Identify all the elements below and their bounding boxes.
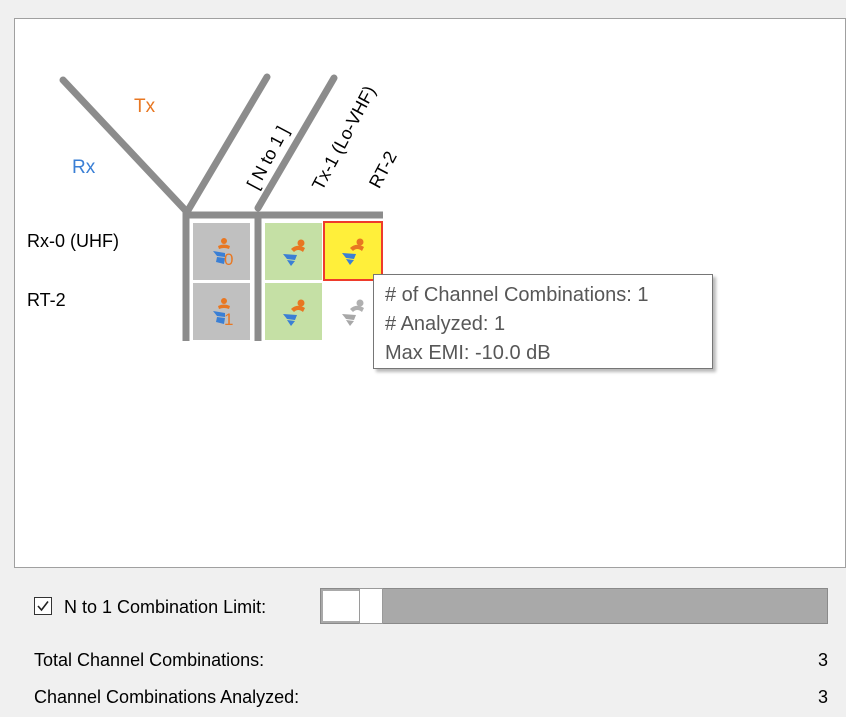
tx-rx-pair-icon bbox=[342, 238, 364, 265]
tooltip-combinations: # of Channel Combinations: 1 bbox=[385, 284, 649, 306]
matrix-cell-rt2-tx1[interactable] bbox=[265, 283, 322, 340]
tooltip-analyzed: # Analyzed: 1 bbox=[385, 313, 506, 335]
matrix-cell-rx0-n-to-1[interactable]: 0 bbox=[193, 223, 250, 280]
checkmark-icon bbox=[37, 601, 49, 612]
combination-limit-checkbox[interactable] bbox=[34, 597, 52, 615]
tx-axis-label: Tx bbox=[134, 96, 156, 117]
combination-limit-slider[interactable] bbox=[320, 588, 828, 624]
cell-tooltip: # of Channel Combinations: 1 # Analyzed:… bbox=[373, 274, 713, 369]
analyzed-combinations-value: 3 bbox=[817, 687, 828, 707]
tx-rx-pair-icon bbox=[282, 239, 305, 266]
n-to-1-count: 1 bbox=[224, 310, 234, 329]
slider-thumb[interactable] bbox=[359, 588, 383, 624]
rx-axis-label: Rx bbox=[72, 157, 96, 178]
tx-rx-pair-icon bbox=[282, 299, 305, 326]
n-to-1-count: 0 bbox=[224, 250, 234, 269]
row-header-rt-2: RT-2 bbox=[27, 290, 66, 310]
tooltip-max-emi: Max EMI: -10.0 dB bbox=[385, 342, 551, 364]
row-header-rx-0: Rx-0 (UHF) bbox=[27, 231, 119, 251]
matrix-cell-rx0-tx1[interactable] bbox=[265, 223, 322, 280]
tx-rx-pair-disabled-icon bbox=[341, 299, 364, 326]
matrix-cell-rx0-rt2-selected[interactable] bbox=[323, 221, 383, 281]
combination-limit-label: N to 1 Combination Limit: bbox=[64, 597, 267, 617]
total-combinations-label: Total Channel Combinations: bbox=[34, 650, 265, 670]
matrix-cell-rt2-n-to-1[interactable]: 1 bbox=[193, 283, 250, 340]
analyzed-combinations-label: Channel Combinations Analyzed: bbox=[34, 687, 300, 707]
total-combinations-value: 3 bbox=[817, 650, 828, 670]
